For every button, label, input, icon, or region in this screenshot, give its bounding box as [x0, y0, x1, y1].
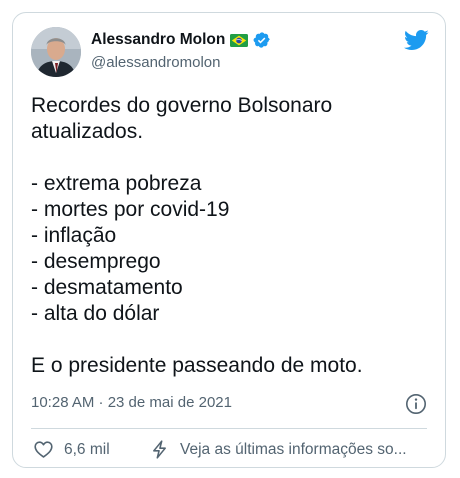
info-icon[interactable]	[405, 393, 427, 415]
tweet-line: - mortes por covid-19	[31, 198, 230, 221]
author-handle[interactable]: @alessandromolon	[91, 54, 220, 71]
tweet-line: - desmatamento	[31, 276, 183, 299]
brazil-flag-icon	[230, 33, 249, 47]
tweet-text: Recordes do governo Bolsonaro atualizado…	[31, 93, 431, 379]
author-name-line[interactable]: Alessandro Molon	[91, 31, 271, 49]
like-button[interactable]: 6,6 mil	[33, 439, 110, 460]
heart-icon	[34, 441, 53, 458]
avatar[interactable]	[31, 27, 81, 77]
tweet-timestamp[interactable]: 10:28 AM · 23 de mai de 2021	[31, 394, 232, 411]
news-link-label: Veja as últimas informações so...	[180, 440, 407, 458]
tweet-card: Alessandro Molon @alessandromolon Record…	[12, 12, 446, 468]
tweet-line: - inflação	[31, 224, 117, 247]
verified-badge-icon	[253, 31, 271, 49]
tweet-line: - desemprego	[31, 250, 161, 273]
tweet-line: Recordes do governo Bolsonaro	[31, 94, 333, 117]
tweet-line: atualizados.	[31, 120, 144, 143]
author-display-name[interactable]: Alessandro Molon	[91, 31, 225, 49]
news-link[interactable]: Veja as últimas informações so...	[149, 439, 407, 460]
divider	[31, 428, 427, 429]
lightning-bolt-icon	[153, 440, 166, 459]
like-count: 6,6 mil	[64, 440, 110, 458]
tweet-line: E o presidente passeando de moto.	[31, 354, 363, 377]
avatar-image	[31, 27, 81, 77]
twitter-bird-icon[interactable]	[403, 29, 429, 51]
tweet-line: - alta do dólar	[31, 302, 160, 325]
tweet-line: - extrema pobreza	[31, 172, 202, 195]
